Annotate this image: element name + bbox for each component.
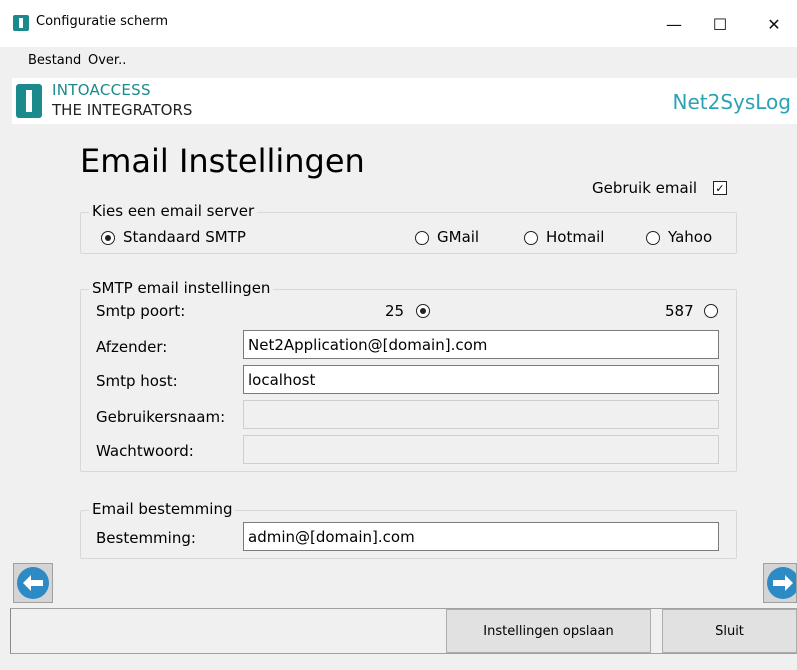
product-name: Net2SysLog — [672, 90, 791, 114]
title-bar: Configuratie scherm — ☐ ✕ — [0, 0, 797, 47]
back-button[interactable] — [13, 563, 53, 603]
use-email-label: Gebruik email — [592, 179, 698, 197]
sender-field[interactable]: Net2Application@[domain].com — [243, 330, 719, 359]
menu-over[interactable]: Over.. — [88, 53, 126, 68]
radio-yahoo-label: Yahoo — [668, 228, 713, 246]
radio-standaard-smtp-label: Standaard SMTP — [123, 228, 246, 246]
page-title: Email Instellingen — [80, 142, 365, 180]
smtp-host-label: Smtp host: — [96, 372, 178, 390]
radio-hotmail[interactable] — [524, 231, 538, 245]
username-field[interactable] — [243, 400, 719, 429]
next-button[interactable] — [763, 563, 797, 603]
company-logo-icon — [16, 84, 42, 118]
menu-bestand[interactable]: Bestand — [28, 53, 81, 68]
minimize-button[interactable]: — — [651, 7, 697, 41]
maximize-button[interactable]: ☐ — [697, 7, 743, 41]
radio-port-25[interactable] — [416, 304, 430, 318]
port-587-label: 587 — [665, 302, 694, 320]
radio-yahoo[interactable] — [646, 231, 660, 245]
radio-hotmail-label: Hotmail — [546, 228, 605, 246]
radio-port-587[interactable] — [704, 304, 718, 318]
brand-line-2: THE INTEGRATORS — [52, 101, 193, 119]
use-email-checkbox[interactable]: ✓ — [713, 181, 727, 195]
sender-label: Afzender: — [96, 338, 168, 356]
brand-line-1: INTOACCESS — [52, 81, 151, 99]
username-label: Gebruikersnaam: — [96, 408, 226, 426]
destination-label: Bestemming: — [96, 529, 196, 547]
arrow-left-circle-icon — [17, 567, 49, 599]
app-icon — [13, 15, 29, 31]
window-title: Configuratie scherm — [36, 14, 169, 29]
port-25-label: 25 — [385, 302, 405, 320]
password-field[interactable] — [243, 435, 719, 464]
close-button[interactable]: Sluit — [662, 609, 797, 653]
menu-bar: Bestand Over.. — [0, 47, 797, 75]
smtp-group-legend: SMTP email instellingen — [89, 279, 274, 297]
smtp-port-label: Smtp poort: — [96, 302, 186, 320]
radio-standaard-smtp[interactable] — [101, 231, 115, 245]
destination-group-legend: Email bestemming — [89, 500, 236, 518]
save-settings-button[interactable]: Instellingen opslaan — [446, 609, 651, 653]
destination-field[interactable]: admin@[domain].com — [243, 522, 719, 551]
server-group-legend: Kies een email server — [89, 202, 258, 220]
radio-gmail-label: GMail — [437, 228, 480, 246]
banner: INTOACCESS THE INTEGRATORS Net2SysLog — [12, 78, 797, 124]
close-window-button[interactable]: ✕ — [751, 7, 797, 41]
radio-gmail[interactable] — [415, 231, 429, 245]
arrow-right-circle-icon — [767, 567, 796, 599]
smtp-host-field[interactable]: localhost — [243, 365, 719, 394]
password-label: Wachtwoord: — [96, 442, 194, 460]
